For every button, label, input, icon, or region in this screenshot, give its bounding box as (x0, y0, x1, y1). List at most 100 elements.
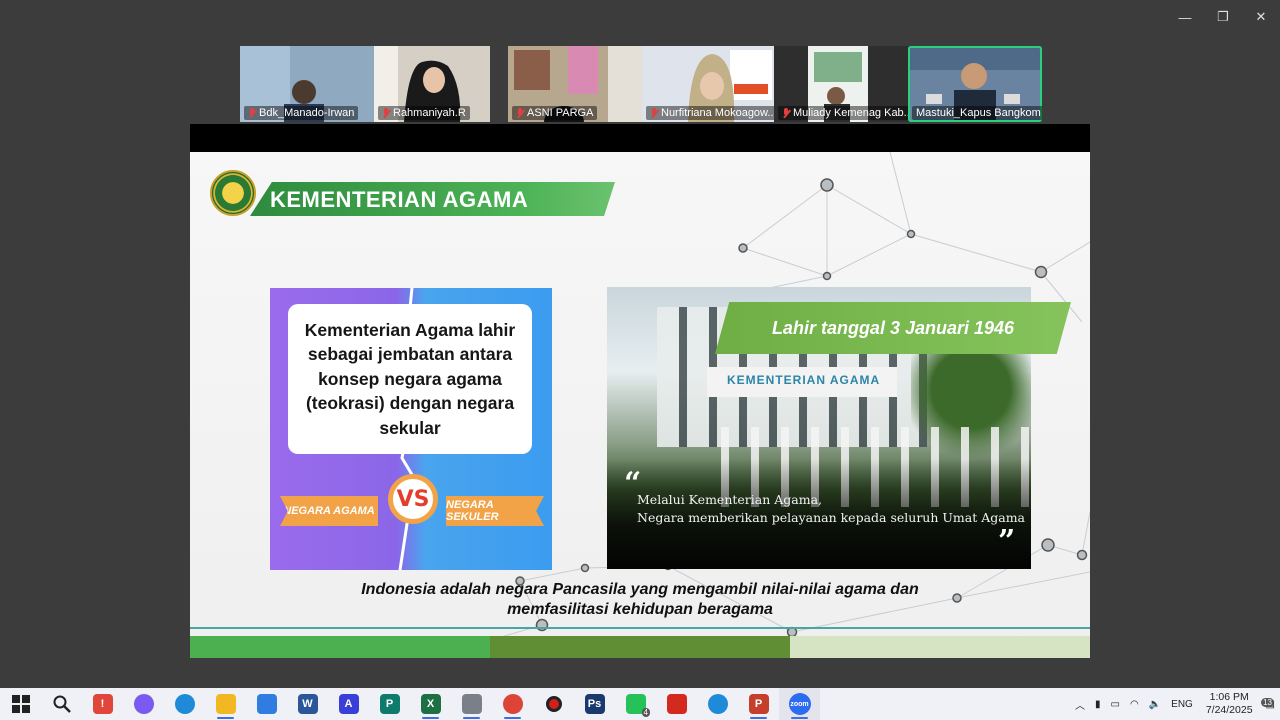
mic-muted-icon (516, 107, 524, 119)
close-button[interactable]: ✕ (1242, 6, 1280, 28)
building-sign-text: KEMENTERIAN AGAMA (727, 373, 881, 387)
edge-alt-taskbar-icon[interactable] (697, 688, 738, 720)
presentation-slide: KEMENTERIAN AGAMA Kementerian Agama lahi… (190, 152, 1090, 658)
footer-bar-segment (190, 636, 490, 658)
minimize-button[interactable]: — (1166, 6, 1204, 28)
excel-glyph: X (426, 698, 435, 710)
running-indicator (791, 717, 808, 719)
participant-name: Bdk_Manado-Irwan (259, 107, 355, 119)
word-icon: W (297, 694, 318, 714)
participant-caption: Muliady Kemenag Kab.... (778, 106, 908, 120)
ribbon-negara-agama: NEGARA AGAMA (280, 496, 378, 526)
word-glyph: W (302, 698, 313, 710)
caption-line-1: Indonesia adalah negara Pancasila yang m… (361, 581, 919, 598)
participant-name: Nurfitriana Mokoagow... (661, 107, 774, 119)
file-explorer-taskbar-icon[interactable] (205, 688, 246, 720)
chevron-up-icon[interactable]: ︿ (1070, 697, 1090, 712)
clock[interactable]: 1:06 PM 7/24/2025 (1198, 691, 1261, 717)
clock-time: 1:06 PM (1209, 691, 1249, 703)
zoom-icon: zoom (788, 693, 811, 715)
usb-icon[interactable]: ▮ (1090, 699, 1106, 710)
vs-badge: VS (388, 474, 438, 524)
acrobat-taskbar-icon[interactable] (656, 688, 697, 720)
participant-caption: Mastuki_Kapus Bangkom (912, 106, 1042, 120)
photoshop-taskbar-icon[interactable]: Ps (574, 688, 615, 720)
quote-line-1: Melalui Kementerian Agama, (637, 492, 822, 507)
photoshop-glyph: Ps (587, 698, 602, 710)
slide-title-banner: KEMENTERIAN AGAMA (250, 182, 615, 216)
excel-taskbar-icon[interactable]: X (410, 688, 451, 720)
mic-muted-icon (782, 107, 790, 119)
zoom-meeting-window: — ❐ ✕ Bdk_Manado-Irwan Rahmaniyah.R ASNI… (0, 0, 1280, 688)
zoom-taskbar-icon[interactable]: zoom (779, 688, 820, 720)
app-blue-taskbar-icon[interactable]: A (328, 688, 369, 720)
participant-tile-active-speaker[interactable]: Mastuki_Kapus Bangkom (908, 46, 1042, 122)
excel-icon: X (420, 694, 441, 714)
restore-button[interactable]: ❐ (1204, 6, 1242, 28)
powerpoint-icon: P (748, 694, 769, 714)
app-gray-icon (461, 694, 482, 714)
windows-start-taskbar-icon[interactable] (0, 688, 41, 720)
window-controls: — ❐ ✕ (1166, 6, 1280, 28)
mic-muted-icon (650, 107, 658, 119)
app-red-taskbar-icon[interactable]: ! (82, 688, 123, 720)
participant-name: Rahmaniyah.R (393, 107, 466, 119)
wifi-icon[interactable]: ◠ (1125, 699, 1144, 710)
windows-taskbar: ! W A P X Ps 4 Pzoom ︿ ▮ ▭ ◠ 🔈 ENG 1:06 PM 7/24… (0, 688, 1280, 720)
language-indicator[interactable]: ENG (1166, 699, 1198, 710)
whatsapp-taskbar-icon[interactable]: 4 (615, 688, 656, 720)
mic-muted-icon (248, 107, 256, 119)
app-red-glyph: ! (100, 698, 105, 710)
taskbar-apps: ! W A P X Ps 4 Pzoom (0, 688, 820, 720)
publisher-taskbar-icon[interactable]: P (369, 688, 410, 720)
running-indicator (463, 717, 480, 719)
footer-bar-segment (790, 636, 1090, 658)
footer-color-bar (190, 636, 1090, 658)
zoom-glyph: zoom (790, 700, 809, 708)
participant-tile[interactable]: ASNI PARGA (508, 46, 642, 122)
participant-gallery: Bdk_Manado-Irwan Rahmaniyah.R ASNI PARGA… (240, 46, 1042, 122)
running-indicator (504, 717, 521, 719)
participant-name: Muliady Kemenag Kab.... (793, 107, 908, 119)
app-red-icon: ! (92, 694, 113, 714)
chrome-icon (502, 694, 523, 714)
app-blue-icon: A (338, 694, 359, 714)
record-taskbar-icon[interactable] (533, 688, 574, 720)
word-taskbar-icon[interactable]: W (287, 688, 328, 720)
mic-muted-icon (382, 107, 390, 119)
chrome-taskbar-icon[interactable] (492, 688, 533, 720)
powerpoint-taskbar-icon[interactable]: P (738, 688, 779, 720)
ribbon-negara-sekuler: NEGARA SEKULER (446, 496, 544, 526)
divider-line (190, 627, 1090, 629)
search-taskbar-icon[interactable] (41, 688, 82, 720)
edge-alt-icon (707, 694, 728, 714)
notification-icon[interactable]: ▤13 (1261, 697, 1280, 710)
notification-count: 13 (1261, 697, 1274, 707)
publisher-icon: P (379, 694, 400, 714)
participant-tile[interactable]: Muliady Kemenag Kab.... (774, 46, 908, 122)
participant-caption: Nurfitriana Mokoagow... (646, 106, 774, 120)
record-icon (545, 696, 562, 712)
slide-title: KEMENTERIAN AGAMA (270, 187, 529, 212)
acrobat-icon (666, 694, 687, 714)
participant-tile[interactable]: Nurfitriana Mokoagow... (642, 46, 774, 122)
powerpoint-glyph: P (754, 698, 763, 710)
copilot-taskbar-icon[interactable] (123, 688, 164, 720)
building-sign: KEMENTERIAN AGAMA (707, 367, 897, 397)
mail-taskbar-icon[interactable] (246, 688, 287, 720)
speech-bubble: Kementerian Agama lahir sebagai jembatan… (288, 304, 532, 454)
battery-icon[interactable]: ▭ (1106, 699, 1125, 710)
publisher-glyph: P (385, 698, 394, 710)
edge-taskbar-icon[interactable] (164, 688, 205, 720)
search-icon (52, 694, 72, 714)
app-gray-taskbar-icon[interactable] (451, 688, 492, 720)
participant-tile[interactable]: Rahmaniyah.R (374, 46, 490, 122)
running-indicator (217, 717, 234, 719)
participant-name: ASNI PARGA (527, 107, 594, 119)
bubble-text: Kementerian Agama lahir sebagai jembatan… (304, 319, 516, 438)
windows-start-icon (11, 694, 31, 714)
volume-icon[interactable]: 🔈 (1144, 699, 1166, 710)
slide-caption: Indonesia adalah negara Pancasila yang m… (290, 580, 990, 620)
founding-date-text: Lahir tanggal 3 Januari 1946 (771, 317, 1015, 338)
participant-tile[interactable]: Bdk_Manado-Irwan (240, 46, 374, 122)
